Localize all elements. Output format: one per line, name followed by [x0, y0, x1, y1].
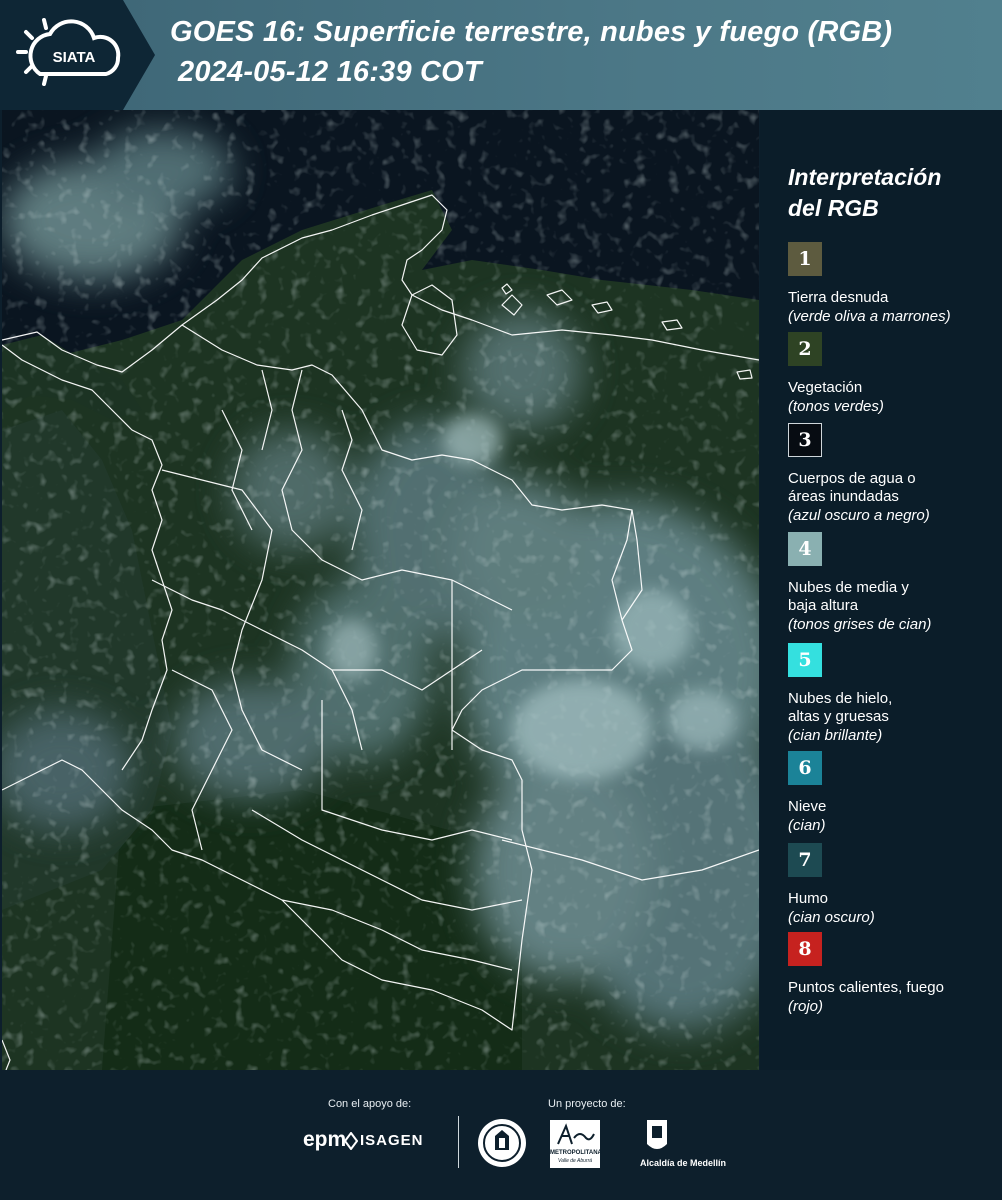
legend-item-8: 8 Puntos calientes, fuego (rojo) — [788, 932, 998, 1016]
legend-hint-5: (cian brillante) — [788, 727, 883, 744]
legend-label-4-line2: baja altura — [788, 597, 859, 614]
footer: Con el apoyo de: Un proyecto de: epm ISA… — [0, 1070, 1002, 1200]
header: SIATA GOES 16: Superficie terrestre, nub… — [0, 0, 1002, 110]
legend-swatch-7: 7 — [788, 843, 822, 877]
page-timestamp: 2024-05-12 16:39 COT — [178, 56, 482, 88]
legend-hint-1: (verde oliva a marrones) — [788, 308, 951, 325]
legend-swatch-1: 1 — [788, 242, 822, 276]
legend-label-6: Nieve — [788, 798, 998, 816]
legend-label-8-line1: Puntos calientes, fuego — [788, 979, 944, 996]
legend-title: Interpretación del RGB — [788, 162, 988, 224]
legend-swatch-8: 8 — [788, 932, 822, 966]
legend-label-7-line1: Humo — [788, 890, 829, 907]
metropolitana-name-line2: Valle de Aburrá — [557, 1158, 593, 1164]
metropolitana-script-icon — [557, 1123, 595, 1145]
legend-title-line1: Interpretación — [788, 164, 942, 190]
legend-label-8: Puntos calientes, fuego — [788, 979, 998, 997]
epm-logo[interactable]: epm — [303, 1128, 346, 1152]
legend-hint-4: (tonos grises de cian) — [788, 616, 932, 633]
legend-label-5-line1: Nubes de hielo, — [788, 690, 893, 707]
satellite-map[interactable] — [2, 110, 759, 1070]
legend-label-6-line1: Nieve — [788, 798, 827, 815]
support-caption: Con el apoyo de: — [328, 1098, 412, 1110]
legend-swatch-6: 6 — [788, 751, 822, 785]
legend-label-5: Nubes de hielo, altas y gruesas — [788, 690, 998, 726]
legend-item-4: 4 Nubes de media y baja altura (tonos gr… — [788, 532, 998, 634]
legend-item-3: 3 Cuerpos de agua o áreas inundadas (azu… — [788, 423, 998, 525]
university-seal-icon[interactable] — [477, 1118, 527, 1168]
legend-hint-8: (rojo) — [788, 998, 824, 1015]
legend-label-4-line1: Nubes de media y — [788, 579, 909, 596]
legend-label-2: Vegetación — [788, 379, 998, 397]
legend-item-5: 5 Nubes de hielo, altas y gruesas (cian … — [788, 643, 998, 745]
project-caption: Un proyecto de: — [548, 1098, 626, 1110]
legend-swatch-4: 4 — [788, 532, 822, 566]
legend-label-5-line2: altas y gruesas — [788, 708, 889, 725]
legend-label-1-line1: Tierra desnuda — [788, 289, 889, 306]
siata-logo[interactable]: SIATA — [14, 14, 126, 98]
legend-label-3: Cuerpos de agua o áreas inundadas — [788, 470, 998, 506]
metropolitana-logo[interactable]: METROPOLITANA Valle de Aburrá — [550, 1120, 602, 1168]
legend-swatch-2: 2 — [788, 332, 822, 366]
medellin-shield-icon — [647, 1120, 667, 1149]
legend-item-1: 1 Tierra desnuda (verde oliva a marrones… — [788, 242, 998, 326]
legend-swatch-5: 5 — [788, 643, 822, 677]
legend-label-7: Humo — [788, 890, 998, 908]
footer-divider — [458, 1116, 459, 1168]
isagen-mark-icon — [344, 1132, 358, 1150]
legend-item-2: 2 Vegetación (tonos verdes) — [788, 332, 998, 416]
legend-item-7: 7 Humo (cian oscuro) — [788, 843, 998, 927]
legend-label-3-line2: áreas inundadas — [788, 488, 899, 505]
legend-label-1: Tierra desnuda — [788, 289, 998, 307]
legend-hint-2: (tonos verdes) — [788, 398, 884, 415]
isagen-logo[interactable]: ISAGEN — [360, 1132, 424, 1149]
satellite-map-canvas — [2, 110, 759, 1070]
legend-title-line2: del RGB — [788, 195, 879, 221]
legend-hint-3: (azul oscuro a negro) — [788, 507, 930, 524]
page-title: GOES 16: Superficie terrestre, nubes y f… — [170, 16, 893, 48]
legend-label-3-line1: Cuerpos de agua o — [788, 470, 916, 487]
legend-item-6: 6 Nieve (cian) — [788, 751, 998, 835]
legend-hint-7: (cian oscuro) — [788, 909, 875, 926]
metropolitana-name-line1: METROPOLITANA — [550, 1150, 602, 1156]
legend-label-2-line1: Vegetación — [788, 379, 863, 396]
legend-swatch-3: 3 — [788, 423, 822, 457]
cloud-speckle — [2, 110, 759, 1070]
alcaldia-medellin-logo[interactable]: Alcaldía de Medellín — [640, 1158, 726, 1168]
siata-logo-text: SIATA — [53, 49, 96, 66]
legend-label-4: Nubes de media y baja altura — [788, 579, 998, 615]
legend-hint-6: (cian) — [788, 817, 826, 834]
legend-panel: Interpretación del RGB 1 Tierra desnuda … — [760, 110, 1002, 1070]
